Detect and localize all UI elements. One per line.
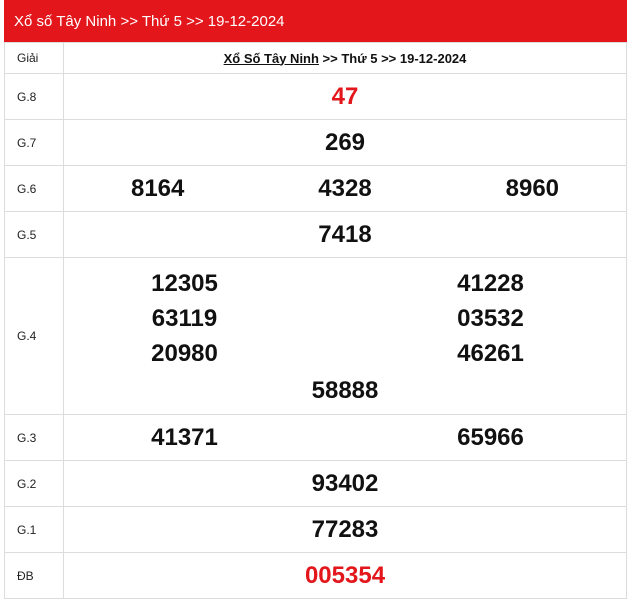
prize-number: 63119 (151, 304, 218, 332)
prize-label: G.3 (4, 414, 64, 461)
prize-label: G.1 (4, 506, 64, 553)
banner: Xổ số Tây Ninh >> Thứ 5 >> 19-12-2024 (4, 0, 627, 42)
prize-label: ĐB (4, 552, 64, 599)
prize-numbers: 12305 41228 63119 03532 20980 46261 5888… (63, 257, 627, 415)
prize-row-g1: G.1 77283 (4, 506, 627, 553)
prize-row-g8: G.8 47 (4, 73, 627, 120)
prize-number: 47 (63, 73, 627, 120)
header-title-link[interactable]: Xổ Số Tây Ninh (224, 51, 319, 66)
prize-row-db: ĐB 005354 (4, 552, 627, 599)
header-label: Giải (4, 42, 64, 74)
prize-label: G.6 (4, 165, 64, 212)
prize-number: 77283 (63, 506, 627, 553)
prize-numbers: 8164 4328 8960 (63, 165, 627, 212)
prize-number: 93402 (63, 460, 627, 507)
header-title: Xổ Số Tây Ninh >> Thứ 5 >> 19-12-2024 (63, 42, 627, 74)
banner-title[interactable]: Xổ số Tây Ninh >> Thứ 5 >> 19-12-2024 (14, 13, 285, 30)
prize-row-g6: G.6 8164 4328 8960 (4, 165, 627, 212)
prize-label: G.2 (4, 460, 64, 507)
prize-row-g3: G.3 41371 65966 (4, 414, 627, 461)
prize-label: G.5 (4, 211, 64, 258)
prize-number: 20980 (151, 339, 218, 367)
prize-label: G.4 (4, 257, 64, 415)
prize-number-special: 005354 (63, 552, 627, 599)
result-table: Giải Xổ Số Tây Ninh >> Thứ 5 >> 19-12-20… (4, 42, 627, 599)
prize-number: 41228 (457, 269, 524, 297)
prize-number: 8164 (130, 174, 185, 202)
prize-number: 12305 (151, 269, 218, 297)
header-title-rest: >> Thứ 5 >> 19-12-2024 (318, 50, 467, 66)
table-header-row: Giải Xổ Số Tây Ninh >> Thứ 5 >> 19-12-20… (4, 42, 627, 74)
prize-number: 269 (63, 119, 627, 166)
prize-row-g7: G.7 269 (4, 119, 627, 166)
lottery-result-panel: Xổ số Tây Ninh >> Thứ 5 >> 19-12-2024 Gi… (4, 0, 627, 599)
prize-numbers: 41371 65966 (63, 414, 627, 461)
prize-number: 03532 (457, 304, 524, 332)
prize-number: 4328 (318, 174, 372, 202)
prize-number: 8960 (505, 174, 560, 202)
prize-label: G.7 (4, 119, 64, 166)
prize-row-g2: G.2 93402 (4, 460, 627, 507)
prize-number: 41371 (151, 423, 218, 451)
prize-number: 7418 (63, 211, 627, 258)
prize-number: 65966 (457, 423, 524, 451)
prize-row-g5: G.5 7418 (4, 211, 627, 258)
prize-label: G.8 (4, 73, 64, 120)
prize-row-g4: G.4 12305 41228 63119 03532 20980 46261 … (4, 257, 627, 415)
prize-number: 46261 (457, 339, 524, 367)
prize-number: 58888 (311, 376, 379, 404)
